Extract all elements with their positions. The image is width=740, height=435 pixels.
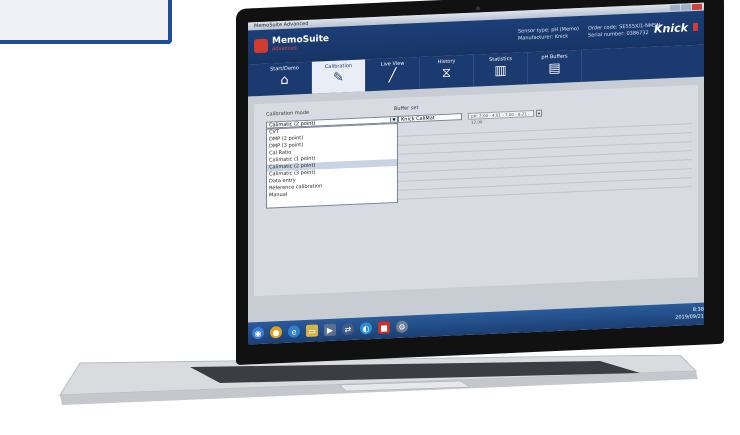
window-controls bbox=[670, 3, 702, 12]
tab-label: Start/Demo bbox=[270, 65, 299, 73]
tab-label: pH Buffers bbox=[541, 53, 568, 61]
taskbar: ◉ ● e ▭ ▶ ⇄ ◐ ■ ⚙ 8:38 2019/09/21 bbox=[248, 302, 704, 345]
media-player-icon[interactable]: ▶ bbox=[324, 323, 336, 337]
clock-date: 2019/09/21 bbox=[675, 313, 704, 321]
buffer-options-button[interactable]: ▾ bbox=[536, 109, 542, 117]
tab-live-view[interactable]: Live View ╱ bbox=[366, 56, 420, 92]
tab-label: Statistics bbox=[489, 55, 512, 63]
serial-number-value: 0386732 bbox=[626, 29, 649, 37]
tab-history[interactable]: History ⧖ bbox=[420, 54, 474, 89]
maximize-button[interactable] bbox=[681, 4, 691, 11]
buffer-values-field: pH: 2.00 - 4.01 - 7.00 - 9.21 - 12.00 bbox=[468, 109, 534, 125]
folder-icon[interactable]: ▭ bbox=[306, 324, 318, 337]
chevron-down-icon[interactable]: ▼ bbox=[390, 116, 397, 123]
close-button[interactable] bbox=[692, 3, 702, 11]
logo-icon bbox=[254, 38, 268, 53]
settings-icon[interactable]: ⚙ bbox=[396, 320, 408, 334]
brand-mark bbox=[693, 22, 698, 32]
browser-icon[interactable]: ● bbox=[270, 325, 282, 339]
sensor-info: Sensor type: pH (Memo) Manufacturer: Kni… bbox=[518, 26, 579, 43]
calibration-mode-dropdown: CVT DMP (2 point) DMP (3 point) Cal Rati… bbox=[266, 122, 398, 209]
system-tray: 8:38 2019/09/21 bbox=[675, 307, 704, 322]
manufacturer-value: Knick bbox=[554, 33, 569, 41]
manufacturer-label: Manufacturer: bbox=[518, 34, 554, 42]
calibration-mode-label: Calibration mode bbox=[266, 109, 309, 118]
calibration-grid bbox=[398, 115, 692, 200]
start-button[interactable]: ◉ bbox=[252, 326, 264, 340]
brand-logo: Knick bbox=[654, 21, 688, 36]
tab-label: Calibration bbox=[324, 62, 353, 71]
device-info: Order code: SE555X/1-NMSN Serial number:… bbox=[588, 22, 660, 39]
buffer-set-select[interactable]: Knick CaliMat bbox=[398, 113, 462, 123]
calibration-panel: Calibration mode Buffer set Calimatic (2… bbox=[254, 84, 698, 297]
laptop-lid: MemoSuite Advanced MemoSuite Advanced Se… bbox=[236, 0, 724, 366]
minimize-button[interactable] bbox=[670, 4, 680, 12]
webcam bbox=[476, 6, 480, 11]
tab-label: Live View bbox=[380, 60, 405, 68]
tab-label: History bbox=[437, 58, 456, 66]
screen: MemoSuite Advanced MemoSuite Advanced Se… bbox=[248, 2, 704, 345]
tab-ph-buffers[interactable]: pH Buffers ▤ bbox=[528, 49, 582, 85]
internet-explorer-icon[interactable]: e bbox=[288, 325, 300, 338]
serial-number-label: Serial number: bbox=[588, 31, 625, 39]
cropped-panel bbox=[0, 0, 172, 44]
app-icon[interactable]: ◐ bbox=[360, 322, 372, 335]
home-icon: ⌂ bbox=[280, 72, 289, 89]
laptop-base bbox=[59, 355, 698, 405]
buffer-set-value: Knick CaliMat bbox=[401, 115, 435, 123]
tab-calibration[interactable]: Calibration ✎ bbox=[312, 59, 366, 94]
app-edition: Advanced bbox=[272, 45, 297, 53]
calibrate-icon: ✎ bbox=[333, 70, 344, 86]
app-logo: MemoSuite Advanced bbox=[254, 34, 329, 53]
document-icon: ▤ bbox=[548, 60, 561, 77]
pen-icon: ╱ bbox=[388, 67, 397, 84]
tab-statistics[interactable]: Statistics ▥ bbox=[474, 52, 528, 87]
network-icon[interactable]: ⇄ bbox=[342, 322, 354, 336]
tab-start-demo[interactable]: Start/Demo ⌂ bbox=[258, 61, 312, 97]
statistics-icon: ▥ bbox=[494, 63, 507, 79]
buffer-set-label: Buffer set bbox=[394, 105, 419, 113]
chart-icon: ⧖ bbox=[441, 65, 452, 82]
sensor-type-value: pH (Memo) bbox=[551, 26, 579, 34]
memosuite-taskbar-icon[interactable]: ■ bbox=[378, 321, 390, 334]
